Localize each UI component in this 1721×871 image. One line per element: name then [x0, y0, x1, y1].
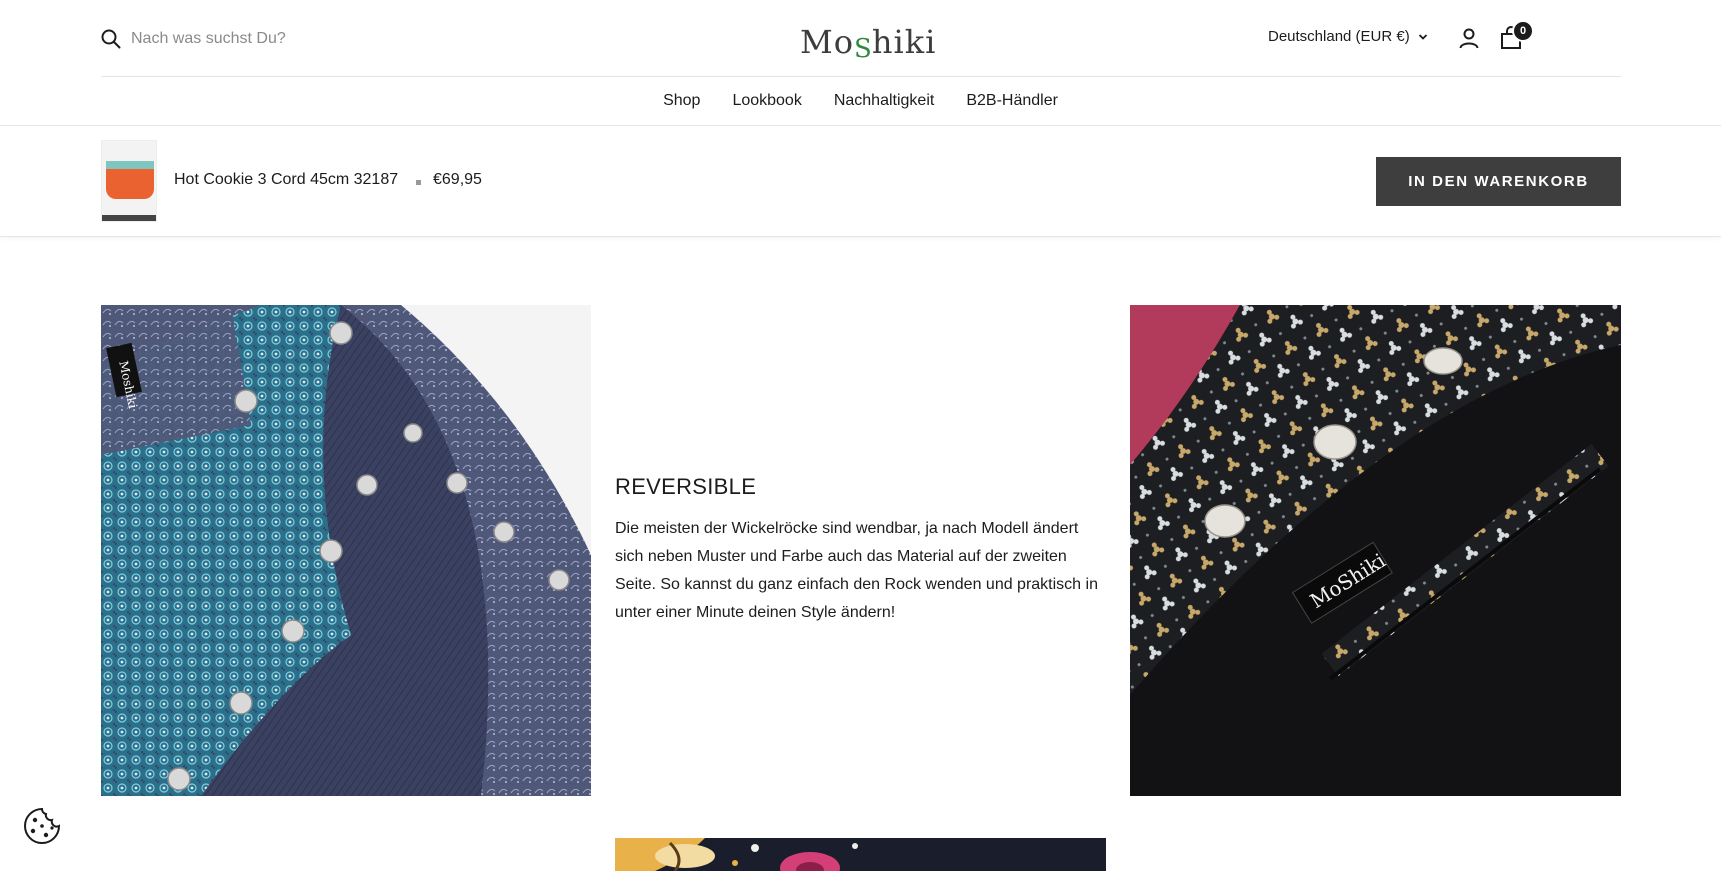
user-icon[interactable]	[1458, 27, 1480, 49]
product-price: €69,95	[433, 171, 482, 188]
country-selector[interactable]: Deutschland (EUR €)	[1268, 28, 1428, 45]
site-header: Mo S hiki Deutschland (EUR €) 0 Shop Loo…	[0, 0, 1721, 126]
main-nav: Shop Lookbook Nachhaltigkeit B2B-Händler	[0, 77, 1721, 125]
nav-item-b2b-haendler[interactable]: B2B-Händler	[966, 92, 1058, 110]
nav-item-nachhaltigkeit[interactable]: Nachhaltigkeit	[834, 92, 935, 110]
search-input[interactable]	[131, 30, 451, 48]
feature-description: Die meisten der Wickelröcke sind wendbar…	[615, 520, 1098, 621]
reversible-skirt-image-left: Moshiki	[101, 305, 591, 796]
logo-text-part3: hiki	[871, 23, 937, 61]
add-to-cart-button[interactable]: IN DEN WARENKORB	[1376, 157, 1621, 206]
reversible-skirt-image-right: MoShiki	[1130, 305, 1621, 796]
cookie-icon[interactable]	[22, 806, 62, 846]
product-title: Hot Cookie 3 Cord 45cm 32187	[174, 171, 399, 188]
nav-item-lookbook[interactable]: Lookbook	[732, 92, 801, 110]
search-bar[interactable]	[101, 25, 451, 53]
lookbook-image-bottom	[615, 838, 1106, 871]
country-selector-label: Deutschland (EUR €)	[1268, 28, 1410, 45]
pattern-fabric-illustration	[615, 838, 1106, 871]
skirt-illustration-blue: Moshiki	[101, 305, 591, 796]
moshiki-logo[interactable]: Mo S hiki	[800, 18, 937, 62]
thumbnail-base-shape	[102, 215, 156, 221]
cart-count-badge[interactable]: 0	[1512, 20, 1534, 42]
chevron-down-icon	[1418, 33, 1427, 40]
nav-item-shop[interactable]: Shop	[663, 92, 700, 110]
separator-dot	[416, 180, 421, 185]
logo-text-part1: Mo	[800, 23, 855, 61]
sticky-add-to-cart-bar: Hot Cookie 3 Cord 45cm 32187 €69,95 IN D…	[0, 126, 1721, 237]
skirt-illustration-black: MoShiki	[1130, 305, 1621, 796]
feature-title: REVERSIBLE	[615, 474, 757, 499]
logo-text-part2: S	[854, 34, 872, 64]
product-thumbnail[interactable]	[101, 140, 157, 222]
search-icon[interactable]	[101, 29, 121, 49]
thumbnail-waistband-shape	[106, 161, 154, 169]
